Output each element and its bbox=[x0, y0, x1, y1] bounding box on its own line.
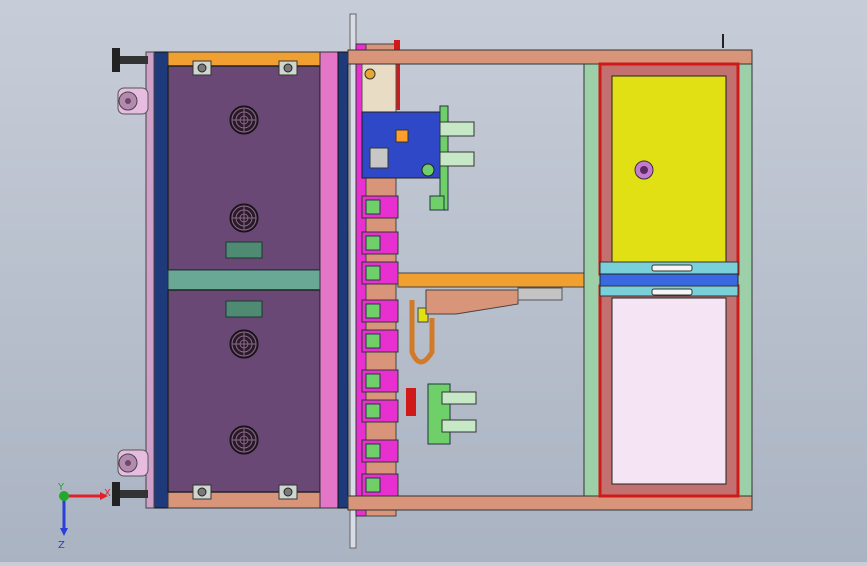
slider-block bbox=[361, 261, 399, 285]
slider-block bbox=[361, 369, 399, 393]
casters bbox=[112, 48, 149, 506]
cabinet-right-rail bbox=[319, 51, 339, 509]
lower-door-handle[interactable] bbox=[225, 300, 263, 318]
slider-block bbox=[361, 329, 399, 353]
axis-triad: X Y Z bbox=[57, 482, 111, 551]
green-clamp bbox=[439, 151, 475, 167]
axis-y-label: Y bbox=[57, 482, 65, 493]
rotary-knob-icon[interactable] bbox=[364, 68, 376, 80]
orange-cross-bar bbox=[397, 272, 587, 288]
slider-block bbox=[361, 195, 399, 219]
cabinet-lower-door bbox=[167, 289, 321, 493]
bottom-rail bbox=[347, 495, 753, 511]
top-pin bbox=[722, 34, 724, 48]
panel-handle[interactable] bbox=[651, 264, 693, 272]
panel-divider-blue bbox=[599, 273, 739, 287]
slider-block bbox=[361, 399, 399, 423]
machine-model[interactable]: X Y Z bbox=[0, 0, 867, 562]
pink-panel[interactable] bbox=[611, 297, 727, 485]
screw-head-icon bbox=[278, 60, 298, 76]
screw-head-icon bbox=[192, 60, 212, 76]
slider-block bbox=[361, 439, 399, 463]
leveling-foot-icon bbox=[112, 482, 148, 506]
axis-z-label: Z bbox=[58, 540, 65, 551]
slider-block bbox=[361, 231, 399, 255]
center-vertical-plate bbox=[349, 13, 357, 549]
green-clamp bbox=[429, 195, 445, 211]
caster-wheel-icon bbox=[117, 87, 149, 115]
screw-head-icon bbox=[278, 484, 298, 500]
top-rail bbox=[347, 49, 753, 65]
tray-lid bbox=[517, 287, 563, 301]
rotary-knob-icon[interactable] bbox=[634, 160, 654, 180]
fan-icon bbox=[229, 105, 259, 135]
slider-block bbox=[361, 299, 399, 323]
cad-viewport[interactable]: X Y Z bbox=[0, 0, 867, 562]
frame-post-left bbox=[583, 63, 601, 497]
tray bbox=[425, 289, 519, 315]
slider-blocks bbox=[361, 195, 399, 497]
panel-handle[interactable] bbox=[651, 288, 693, 296]
upper-door-handle[interactable] bbox=[225, 241, 263, 259]
cabinet-mid-separator bbox=[167, 269, 321, 291]
caster-wheel-icon bbox=[117, 449, 149, 477]
leveling-foot-icon bbox=[112, 48, 148, 72]
fan-icon bbox=[229, 425, 259, 455]
fan-icon bbox=[229, 203, 259, 233]
cabinet-upper-door bbox=[167, 65, 321, 271]
axis-x-label: X bbox=[104, 488, 111, 499]
yellow-panel[interactable] bbox=[611, 75, 727, 263]
green-clamp bbox=[441, 391, 477, 405]
red-marker bbox=[406, 388, 416, 416]
cabinet-side-plate bbox=[145, 51, 155, 509]
board-chip bbox=[395, 129, 409, 143]
right-frame bbox=[347, 34, 753, 511]
rotary-knob-icon[interactable] bbox=[421, 163, 435, 177]
board-chip bbox=[369, 147, 389, 169]
cabinet-right-navy bbox=[337, 51, 349, 509]
central-mechanism bbox=[349, 13, 587, 549]
green-clamp bbox=[441, 419, 477, 433]
frame-post-right bbox=[737, 63, 753, 497]
green-clamp bbox=[439, 121, 475, 137]
fan-icon bbox=[229, 329, 259, 359]
slider-block bbox=[361, 473, 399, 497]
screw-head-icon bbox=[192, 484, 212, 500]
